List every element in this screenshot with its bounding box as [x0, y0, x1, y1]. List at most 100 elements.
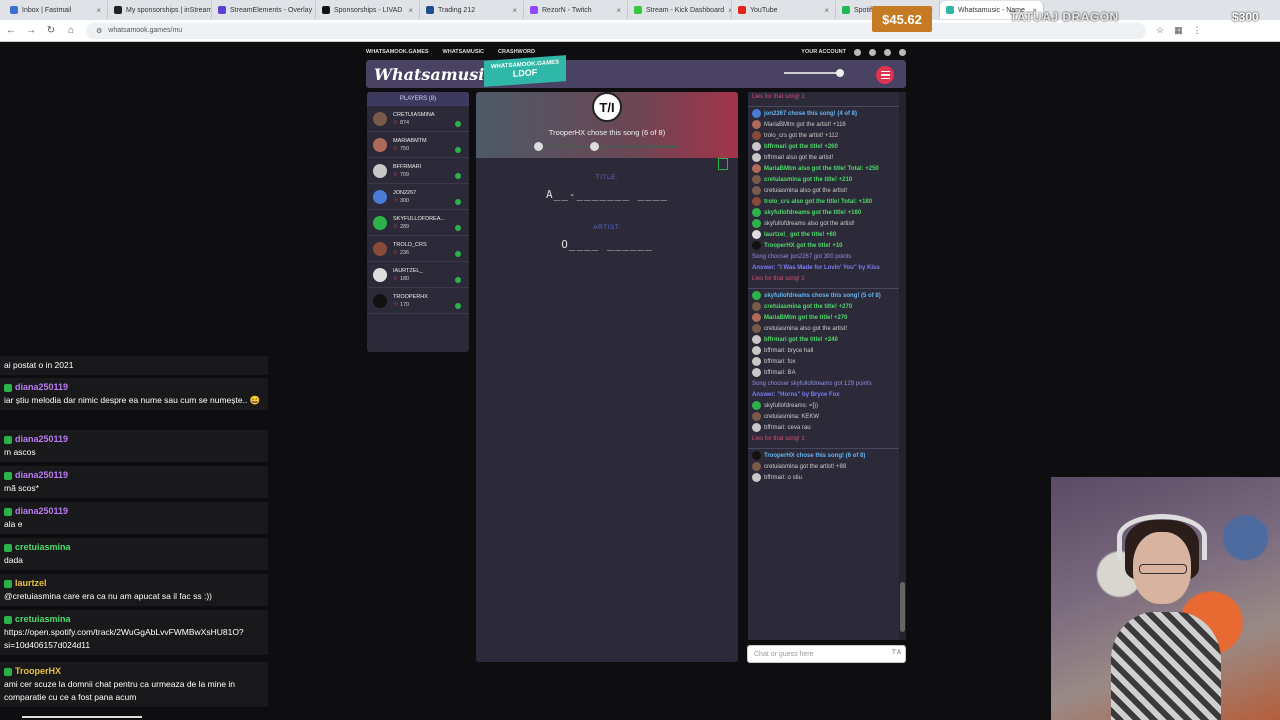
- discord-icon[interactable]: [899, 48, 906, 56]
- chat-avatar: [752, 153, 761, 162]
- browser-tab[interactable]: RezorN - Twitch ×: [524, 1, 628, 19]
- stream-chat-message: diana250119 iar știu melodia dar nimic de…: [0, 378, 268, 410]
- twitter-icon[interactable]: [854, 48, 861, 56]
- browser-tab[interactable]: YouTube ×: [732, 1, 836, 19]
- chat-avatar: [752, 197, 761, 206]
- star-icon: ☆: [393, 223, 398, 230]
- stream-chat-user: TrooperHX: [4, 665, 264, 678]
- play-icon[interactable]: [534, 142, 543, 151]
- chat-avatar: [752, 302, 761, 311]
- chat-message: MariaBMtm got the title! +270: [748, 313, 906, 324]
- browser-tab[interactable]: StreamElements - Overlay×: [212, 1, 316, 19]
- chat-message: MariaBMtm also got the title! Total: +25…: [748, 164, 906, 175]
- browser-tab[interactable]: Inbox | Fastmail ×: [4, 1, 108, 19]
- nav-link-whatsamusic[interactable]: WHATSAMUSIC: [443, 49, 484, 55]
- tiktok-icon[interactable]: [884, 48, 891, 56]
- chat-message: TrooperHX got the title! +10: [748, 241, 906, 252]
- now-playing-title: TATUAJ DRAGON: [1010, 10, 1119, 24]
- volume-slider[interactable]: [784, 69, 844, 77]
- forward-icon[interactable]: →: [26, 25, 36, 36]
- tab-label: RezorN - Twitch: [542, 6, 592, 14]
- translate-icon[interactable]: T A: [892, 650, 901, 656]
- players-header: PLAYERS (8): [367, 92, 469, 106]
- player-row[interactable]: BFFRMARI ☆ 709: [367, 158, 469, 184]
- player-name: TROOPERHX: [393, 293, 428, 300]
- home-icon[interactable]: ⌂: [66, 25, 76, 36]
- song-progress[interactable]: [534, 142, 678, 151]
- player-avatar: [373, 267, 387, 282]
- tab-close-icon[interactable]: ×: [512, 6, 517, 15]
- chat-avatar: [752, 313, 761, 322]
- chat-badge-icon: [4, 667, 12, 676]
- online-status-icon: [455, 121, 461, 127]
- online-status-icon: [455, 199, 461, 205]
- player-row[interactable]: TROOPERHX ☆ 170: [367, 288, 469, 314]
- player-name: CRETUIASMINA: [393, 111, 435, 118]
- chat-message: cretuiasmina also got the artist!: [748, 324, 906, 335]
- browser-tab[interactable]: Stream - Kick Dashboard×: [628, 1, 732, 19]
- chat-message: jon2267 chose this song! (4 of 8): [748, 106, 906, 120]
- tab-close-icon[interactable]: ×: [824, 6, 829, 15]
- title-label: TITLE:: [595, 174, 619, 181]
- tab-label: My sponsorships | inStream: [126, 6, 212, 14]
- tab-close-icon[interactable]: ×: [616, 6, 621, 15]
- player-row[interactable]: IAURTZEL_ ☆ 180: [367, 262, 469, 288]
- chat-message-text: bffrmari got the title! +240: [764, 337, 838, 343]
- chat-message-text: Answer: "Horns" by Bryce Fox: [752, 392, 840, 398]
- tab-close-icon[interactable]: ×: [408, 6, 413, 15]
- back-icon[interactable]: ←: [6, 25, 16, 36]
- player-row[interactable]: CRETUIASMINA ☆ 874: [367, 106, 469, 132]
- stream-chat-message: laurtzel @cretuiasmina care era ca nu am …: [0, 574, 268, 606]
- chat-message-text: Lies for that song! 2: [752, 276, 805, 282]
- bookmark-star-icon[interactable]: ☆: [1156, 25, 1164, 36]
- nav-link-whatsamook[interactable]: WHATSAMOOK.GAMES: [366, 49, 429, 55]
- online-status-icon: [455, 303, 461, 309]
- nav-link-crashword[interactable]: CRASHWORD: [498, 49, 535, 55]
- chat-input-placeholder: Chat or guess here: [754, 651, 814, 658]
- bookmark-icon[interactable]: [718, 158, 728, 170]
- menu-button[interactable]: [876, 66, 894, 84]
- chat-badge-icon: [4, 543, 12, 552]
- chat-guess-input[interactable]: Chat or guess here T A: [747, 645, 906, 663]
- url-field[interactable]: ⚙ whatsamook.games/mu: [86, 22, 1146, 39]
- player-name: JON2267: [393, 189, 417, 196]
- site-info-icon[interactable]: ⚙: [96, 27, 102, 35]
- stream-chat-user: cretuiasmina: [4, 541, 264, 554]
- tab-close-icon[interactable]: ×: [96, 6, 101, 15]
- tab-favicon-icon: [530, 6, 538, 14]
- reload-icon[interactable]: ↻: [46, 25, 56, 36]
- stream-chat-user: diana250119: [4, 381, 264, 394]
- chat-message: bffrmari got the title! +240: [748, 335, 906, 346]
- chat-message-text: cretuiasmina also got the artist!: [764, 326, 848, 332]
- account-link[interactable]: YOUR ACCOUNT: [801, 49, 846, 55]
- player-avatar: [373, 293, 387, 308]
- browser-tab[interactable]: My sponsorships | inStream×: [108, 1, 212, 19]
- player-row[interactable]: JON2267 ☆ 300: [367, 184, 469, 210]
- chat-message-text: Song chooser jon2267 got 300 points: [752, 254, 852, 260]
- game-logo[interactable]: Whatsamusic: [366, 65, 494, 84]
- chat-message-text: bffrmari got the title! +260: [764, 144, 838, 150]
- player-row[interactable]: TROLO_CRS ☆ 236: [367, 236, 469, 262]
- player-row[interactable]: SKYFULLOFDREA... ☆ 289: [367, 210, 469, 236]
- chat-message-text: bffrmari: BA: [764, 370, 796, 376]
- chat-scrollbar[interactable]: [899, 92, 906, 640]
- menu-dots-icon[interactable]: ⋮: [1193, 25, 1202, 36]
- volume-knob[interactable]: [836, 69, 844, 77]
- browser-tab[interactable]: Sponsorships - LIVAD ×: [316, 1, 420, 19]
- progress-knob[interactable]: [590, 142, 599, 151]
- streamer-figure: [1111, 512, 1221, 720]
- player-avatar: [373, 111, 387, 126]
- player-row[interactable]: MARIABMTM ☆ 750: [367, 132, 469, 158]
- chat-scroll-thumb[interactable]: [900, 582, 905, 632]
- chat-badge-icon: [4, 471, 12, 480]
- donation-amount: $45.62: [872, 6, 932, 32]
- extensions-icon[interactable]: ▦: [1174, 25, 1183, 36]
- player-avatar: [373, 189, 387, 204]
- online-status-icon: [455, 173, 461, 179]
- stream-chat-text: m ascos: [4, 447, 36, 457]
- browser-tab[interactable]: Trading 212 ×: [420, 1, 524, 19]
- chat-message-text: bffrmari: o stiu: [764, 475, 802, 481]
- instagram-icon[interactable]: [869, 48, 876, 56]
- stream-chat-username: cretuiasmina: [15, 614, 71, 624]
- chat-message: skyfullofdreams also got the artist!: [748, 219, 906, 230]
